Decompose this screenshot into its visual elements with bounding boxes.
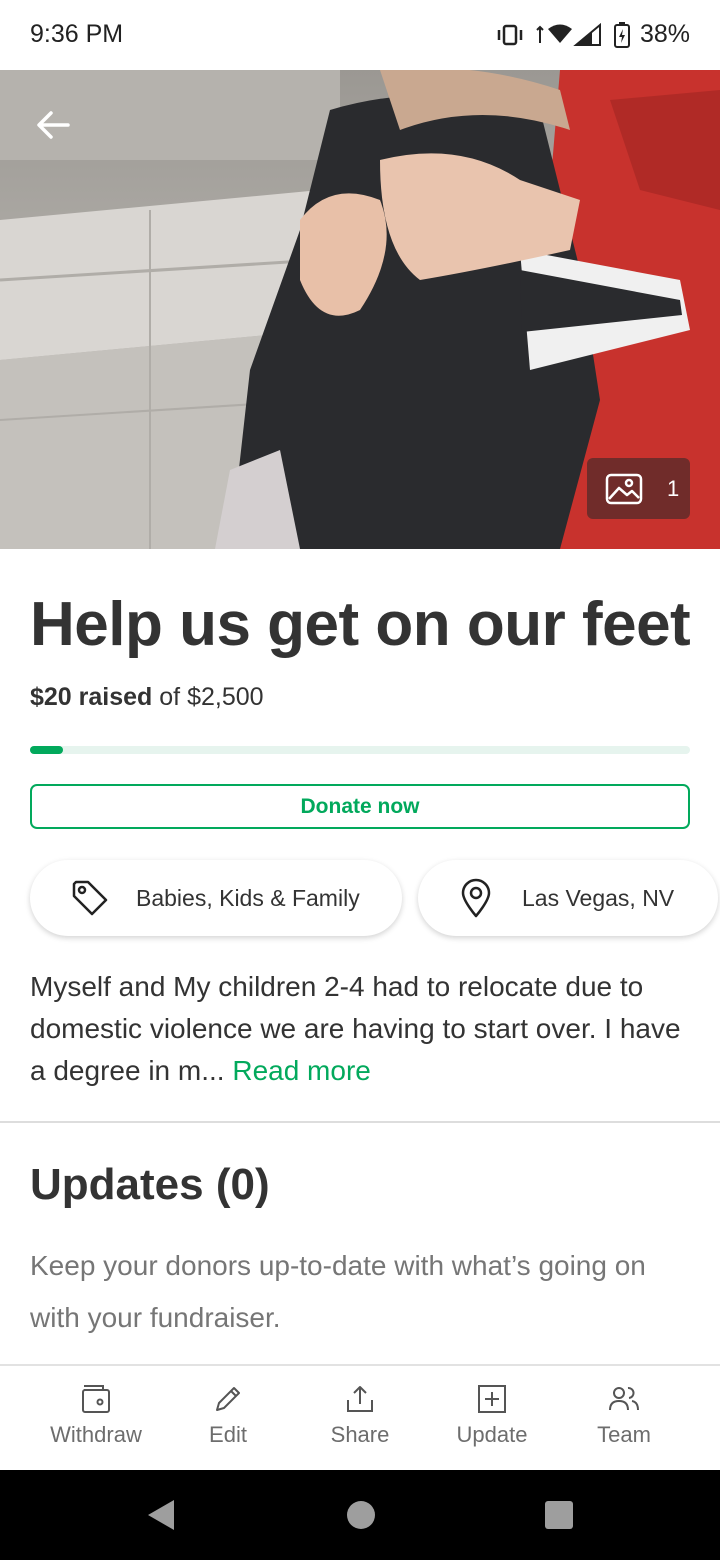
story-excerpt: Myself and My children 2-4 had to reloca… xyxy=(30,966,700,1092)
back-button[interactable] xyxy=(28,100,78,150)
nav-home-icon[interactable] xyxy=(346,1498,376,1532)
edit-button[interactable]: Edit xyxy=(162,1366,294,1470)
status-icons: 38% xyxy=(496,20,690,49)
share-label: Share xyxy=(330,1422,390,1447)
photo-count: 1 xyxy=(667,475,680,501)
map-pin-icon xyxy=(461,878,491,918)
photo-count-button[interactable]: 1 xyxy=(587,458,690,519)
vibrate-icon xyxy=(497,24,523,45)
wallet-icon xyxy=(82,1385,110,1413)
category-label: Babies, Kids & Family xyxy=(136,884,360,911)
team-icon xyxy=(609,1387,639,1411)
read-more-link[interactable]: Read more xyxy=(232,1055,371,1086)
raised-amount: $20 raised xyxy=(30,683,153,711)
progress-bar xyxy=(30,746,690,754)
fundraiser-title: Help us get on our feet xyxy=(30,590,691,659)
fundraiser-hero-image[interactable]: 1 xyxy=(0,70,720,549)
withdraw-label: Withdraw xyxy=(50,1422,142,1447)
location-chip[interactable]: Las Vegas, NV xyxy=(418,860,718,936)
share-button[interactable]: Share xyxy=(294,1366,426,1470)
category-chip[interactable]: Babies, Kids & Family xyxy=(30,860,402,936)
pencil-icon xyxy=(216,1387,240,1411)
plus-square-icon xyxy=(478,1385,506,1413)
post-update-button[interactable]: Update xyxy=(426,1366,558,1470)
nav-recents-icon[interactable] xyxy=(544,1498,574,1532)
updates-description: Keep your donors up-to-date with what’s … xyxy=(30,1250,646,1333)
updates-heading: Updates (0) xyxy=(30,1160,270,1209)
raised-summary: $20 raised of $2,500 xyxy=(30,683,264,712)
location-label: Las Vegas, NV xyxy=(522,884,675,911)
image-icon xyxy=(605,473,643,504)
donate-now-button[interactable]: Donate now xyxy=(30,784,690,829)
nav-back-icon[interactable] xyxy=(146,1498,176,1532)
share-icon xyxy=(347,1386,373,1412)
status-bar: 9:36 PM 38% xyxy=(0,0,720,70)
status-time: 9:36 PM xyxy=(30,20,124,48)
withdraw-button[interactable]: Withdraw xyxy=(30,1366,162,1470)
system-nav-bar xyxy=(0,1470,720,1560)
progress-fill xyxy=(30,746,63,754)
tag-icon xyxy=(72,880,108,916)
edit-label: Edit xyxy=(209,1422,247,1447)
arrow-left-icon xyxy=(37,111,70,139)
organizer-action-bar: Withdraw Edit Share Update Team xyxy=(0,1364,720,1470)
wifi-signal-icon xyxy=(536,22,601,46)
goal-text: of $2,500 xyxy=(159,683,264,711)
battery-percent: 38% xyxy=(639,20,690,48)
section-divider xyxy=(0,1121,720,1123)
battery-charging-icon xyxy=(613,21,630,48)
update-label: Update xyxy=(456,1422,528,1447)
team-button[interactable]: Team xyxy=(558,1366,690,1470)
team-label: Team xyxy=(597,1422,651,1447)
